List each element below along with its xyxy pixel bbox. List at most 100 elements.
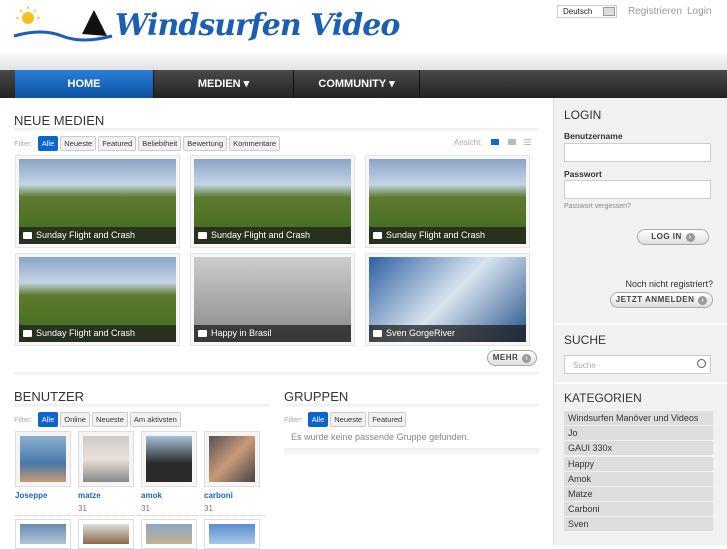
sun-icon — [22, 12, 34, 24]
user-name-link[interactable]: carboni — [204, 491, 260, 500]
user-name-link[interactable]: Joseppe — [15, 491, 71, 500]
user-card: matze 31 — [78, 431, 134, 513]
register-button[interactable]: JETZT ANMELDEN › — [610, 292, 713, 308]
user-avatar[interactable] — [83, 524, 129, 544]
login-button[interactable]: LOG IN › — [637, 229, 709, 245]
language-value: Deutsch — [563, 7, 593, 16]
nav-medien[interactable]: MEDIEN ▾ — [154, 70, 294, 98]
media-caption-bar: Sunday Flight and Crash — [19, 325, 176, 342]
filter-neueste[interactable]: Neueste — [60, 136, 97, 151]
login-title: LOGIN — [564, 108, 602, 122]
forgot-password-link[interactable]: Passwort vergessen? — [564, 203, 631, 210]
media-card[interactable]: Happy in Brasil — [190, 253, 355, 346]
divider — [284, 404, 539, 407]
filter-online[interactable]: Online — [60, 412, 90, 427]
media-card[interactable]: Sunday Flight and Crash — [365, 155, 530, 248]
media-thumbnail[interactable]: Sunday Flight and Crash — [19, 159, 176, 244]
media-thumbnail[interactable]: Sunday Flight and Crash — [369, 159, 526, 244]
filter-alle[interactable]: Alle — [37, 136, 59, 151]
category-item[interactable]: Amok — [564, 471, 713, 486]
category-item[interactable]: Matze — [564, 487, 713, 501]
media-thumbnail[interactable]: Sunday Flight and Crash — [19, 257, 176, 342]
media-card[interactable]: Sven GorgeRiver — [365, 253, 530, 346]
category-item[interactable]: Jo — [564, 426, 713, 441]
media-card[interactable]: Sunday Flight and Crash — [190, 155, 355, 248]
category-item[interactable]: Sven — [564, 517, 713, 532]
media-caption: Sven GorgeRiver — [386, 328, 456, 338]
camera-icon — [373, 330, 382, 337]
register-button-label: JETZT ANMELDEN — [615, 295, 695, 304]
user-avatar[interactable] — [209, 436, 255, 482]
divider — [284, 448, 539, 454]
user-avatar[interactable] — [20, 436, 66, 482]
media-caption: Sunday Flight and Crash — [386, 230, 486, 240]
media-caption: Sunday Flight and Crash — [211, 230, 311, 240]
filter-label: Filter: — [14, 415, 33, 424]
chevron-right-icon: › — [522, 354, 532, 363]
user-card: Joseppe — [15, 431, 71, 504]
filter-beliebtheit[interactable]: Beliebtheit — [138, 136, 182, 151]
filter-kommentare[interactable]: Kommentare — [229, 136, 281, 151]
view-grid-small-icon[interactable] — [508, 139, 516, 145]
media-card[interactable]: Sunday Flight and Crash — [15, 155, 180, 248]
section-title-users: BENUTZER — [14, 389, 85, 404]
username-label: Benutzername — [564, 131, 623, 141]
user-avatar[interactable] — [20, 524, 66, 544]
search-title: SUCHE — [564, 333, 607, 347]
username-input[interactable] — [564, 143, 711, 162]
chevron-right-icon: › — [685, 233, 695, 242]
filter-alle[interactable]: Alle — [307, 412, 329, 427]
user-avatar[interactable] — [146, 436, 192, 482]
search-icon[interactable] — [697, 359, 706, 368]
login-link[interactable]: Login — [687, 6, 711, 17]
camera-icon — [198, 232, 207, 239]
media-caption: Sunday Flight and Crash — [36, 328, 136, 338]
nav-home[interactable]: HOME — [15, 70, 154, 98]
user-name-link[interactable]: matze — [78, 491, 134, 500]
more-label: MEHR — [492, 353, 519, 362]
media-thumbnail[interactable]: Sunday Flight and Crash — [194, 159, 351, 244]
header-band — [0, 53, 727, 70]
filter-featured[interactable]: Featured — [98, 136, 137, 151]
media-caption: Happy in Brasil — [211, 328, 272, 338]
view-grid-large-icon[interactable] — [491, 139, 499, 145]
more-button[interactable]: MEHR › — [487, 350, 537, 366]
user-card: amok 31 — [141, 431, 197, 513]
divider — [14, 404, 270, 407]
category-item[interactable]: GAUI 330x — [564, 441, 713, 456]
filter-bewertung[interactable]: Bewertung — [183, 136, 228, 151]
view-label: Ansicht: — [454, 138, 483, 147]
users-filter: Filter: Alle Online Neueste Am aktivsten — [14, 412, 181, 427]
filter-am-aktivsten[interactable]: Am aktivsten — [129, 412, 181, 427]
category-item[interactable]: Happy — [564, 456, 713, 471]
filter-alle[interactable]: Alle — [37, 412, 59, 427]
register-link[interactable]: Registrieren — [628, 6, 682, 17]
media-card[interactable]: Sunday Flight and Crash — [15, 253, 180, 346]
empty-groups-message: Es wurde keine passende Gruppe gefunden. — [291, 432, 470, 442]
user-avatar[interactable] — [146, 524, 192, 544]
filter-featured[interactable]: Featured — [368, 412, 407, 427]
camera-icon — [23, 330, 32, 337]
media-thumbnail[interactable]: Happy in Brasil — [194, 257, 351, 342]
user-name-link[interactable]: amok — [141, 491, 197, 500]
user-avatar[interactable] — [209, 524, 255, 544]
groups-filter: Filter: Alle Neueste Featured — [284, 412, 407, 427]
divider — [554, 382, 727, 384]
category-item[interactable]: Windsurfen Manöver und Videos — [564, 411, 713, 425]
user-count: 31 — [141, 504, 150, 513]
language-select[interactable]: Deutsch — [557, 5, 617, 18]
category-item[interactable]: Carboni — [564, 502, 713, 517]
view-list-icon[interactable] — [524, 139, 531, 145]
filter-neueste[interactable]: Neueste — [330, 412, 367, 427]
user-avatar[interactable] — [83, 436, 129, 482]
search-input[interactable]: Suche — [564, 355, 711, 374]
photo-icon — [198, 330, 207, 337]
nav-community[interactable]: COMMUNITY ▾ — [294, 70, 420, 98]
media-thumbnail[interactable]: Sven GorgeRiver — [369, 257, 526, 342]
main-nav: HOME MEDIEN ▾ COMMUNITY ▾ — [0, 70, 727, 98]
sidebar: LOGIN Benutzername Passwort Passwort ver… — [553, 98, 727, 545]
filter-neueste[interactable]: Neueste — [91, 412, 128, 427]
search-placeholder: Suche — [573, 361, 596, 370]
password-input[interactable] — [564, 180, 711, 199]
camera-icon — [373, 232, 382, 239]
